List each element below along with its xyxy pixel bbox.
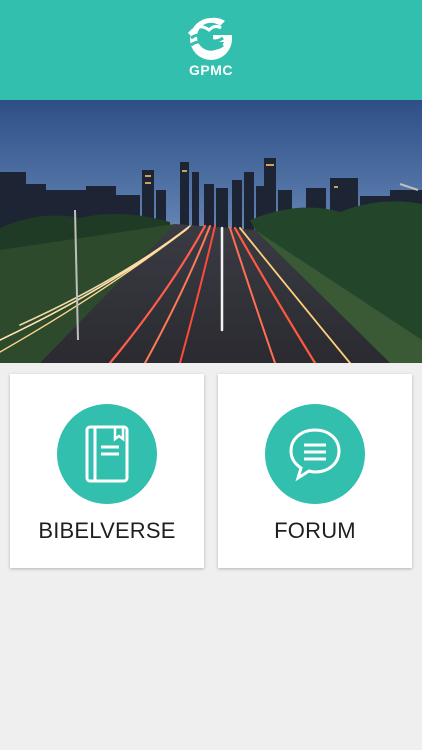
logo-text: GPMC	[189, 62, 233, 78]
forum-card[interactable]: FORUM	[218, 374, 412, 568]
gpmc-logo[interactable]: GPMC	[181, 14, 241, 88]
bibelverse-card[interactable]: BIBELVERSE	[10, 374, 204, 568]
book-icon	[85, 425, 129, 483]
bibelverse-icon-circle	[57, 404, 157, 504]
app-header: GPMC	[0, 0, 422, 100]
logo-icon	[187, 17, 232, 60]
chat-bubble-icon	[289, 428, 341, 482]
forum-icon-circle	[265, 404, 365, 504]
forum-label: FORUM	[274, 518, 356, 543]
bibelverse-label: BIBELVERSE	[38, 518, 176, 543]
hero-city-image	[0, 100, 422, 363]
